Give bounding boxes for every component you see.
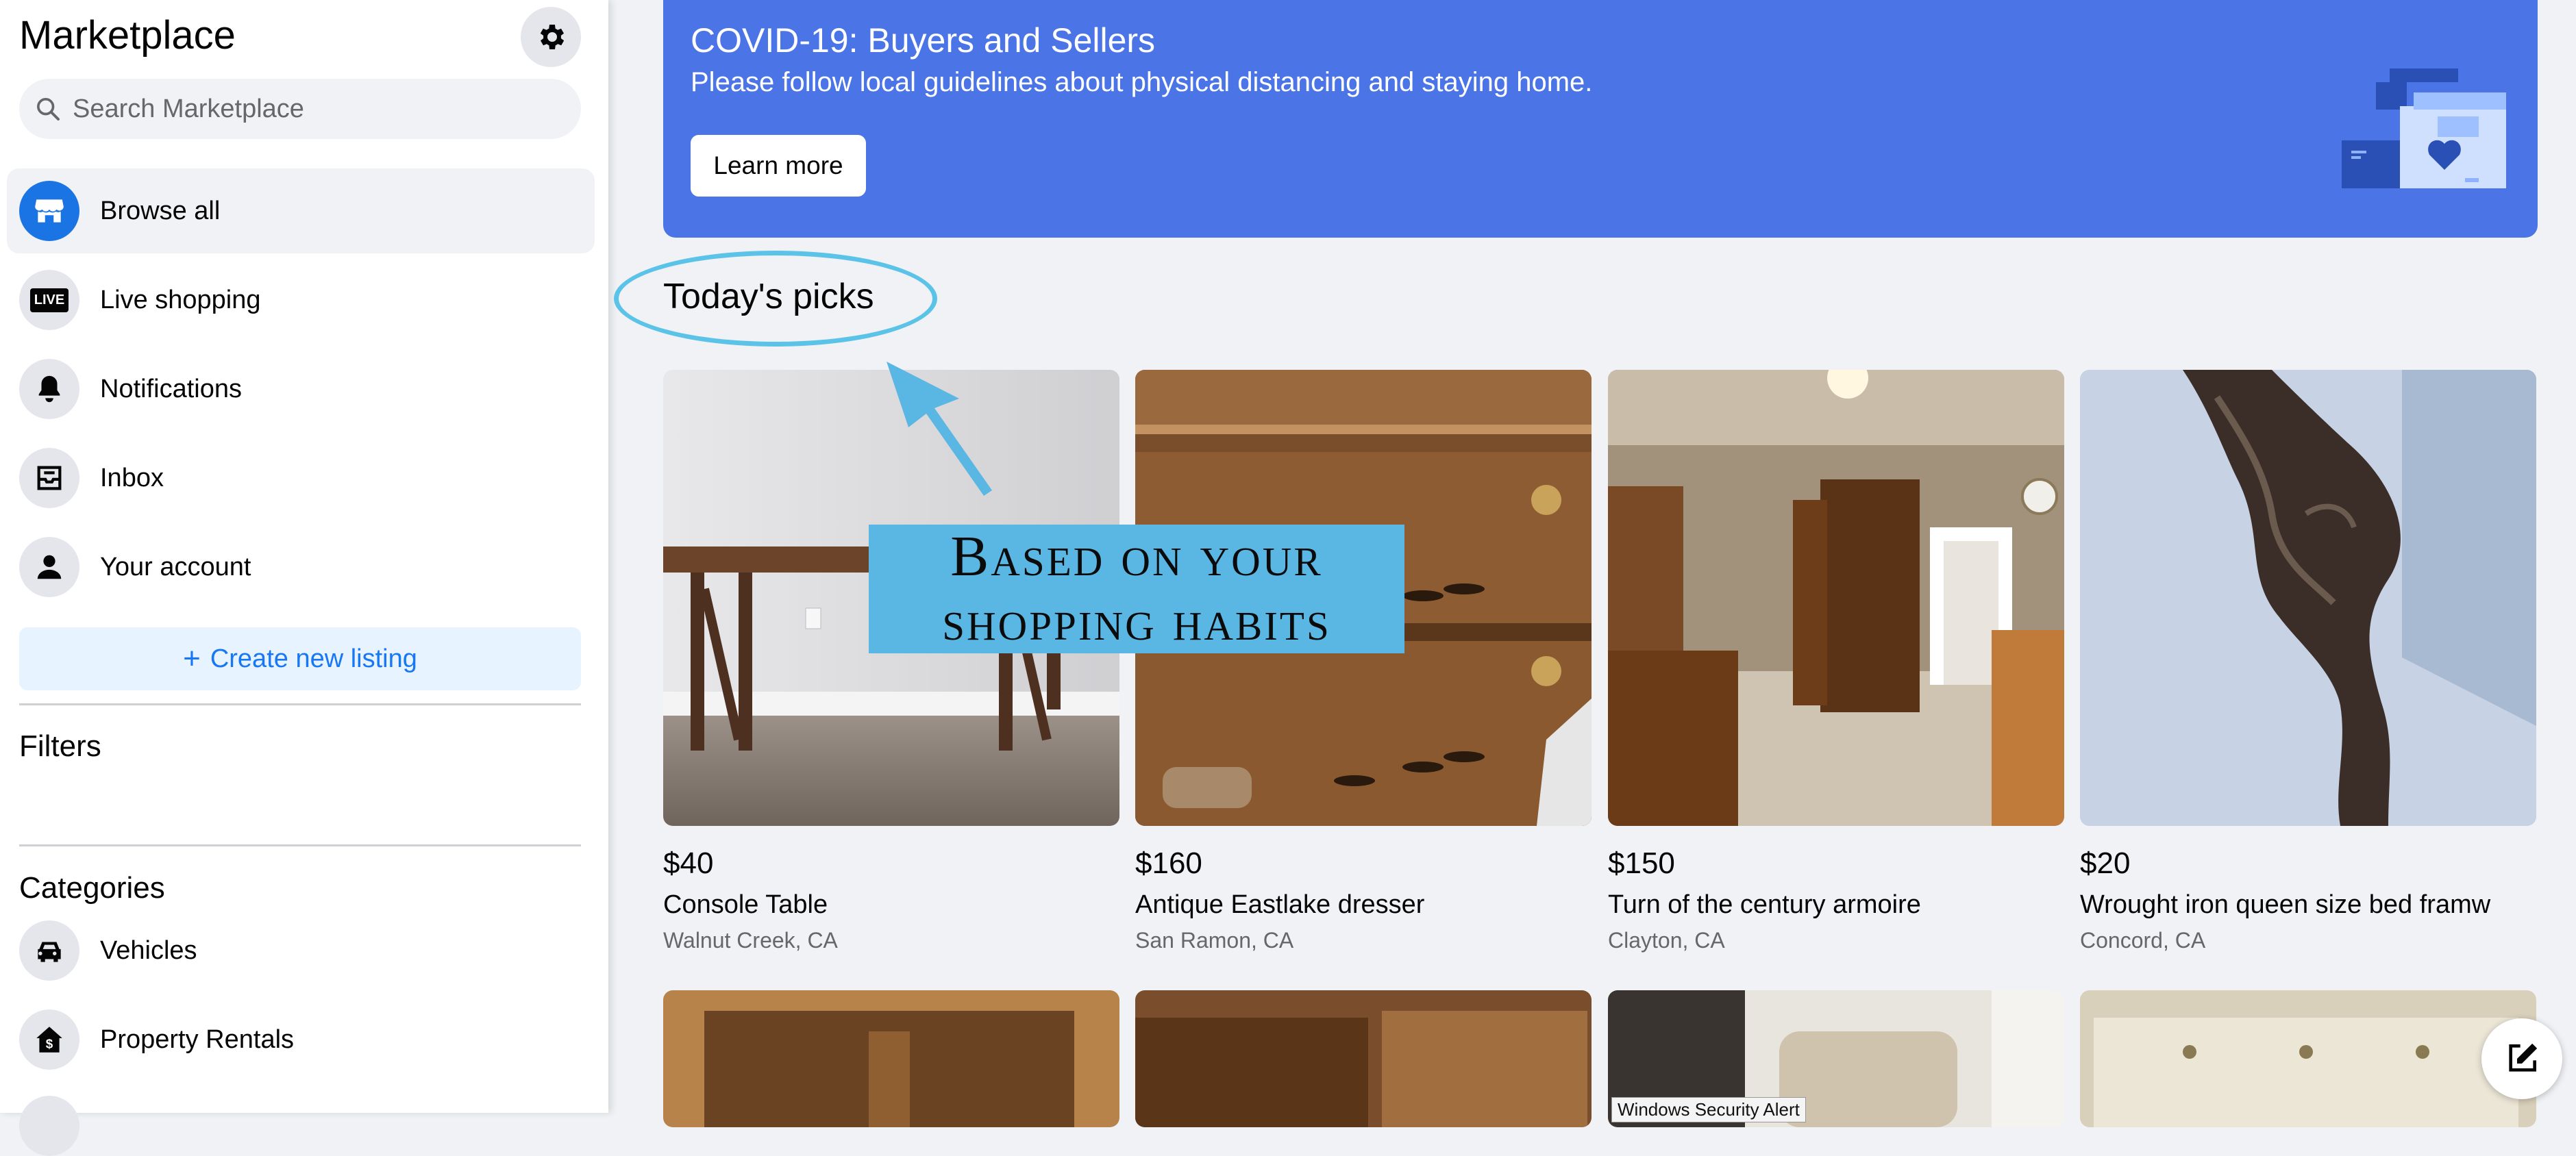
sidebar-item-notifications[interactable]: Notifications [7, 347, 595, 431]
listing-location: San Ramon, CA [1135, 928, 1294, 953]
listing-title: Antique Eastlake dresser [1135, 890, 1425, 919]
filters-heading: Filters [19, 729, 101, 763]
inbox-icon [37, 466, 62, 490]
compose-button[interactable] [2481, 1018, 2562, 1099]
divider [19, 703, 581, 705]
bell-icon [38, 375, 60, 403]
sidebar: Marketplace Browse all LIVE Live shoppin… [0, 0, 608, 1156]
learn-more-button[interactable]: Learn more [691, 135, 866, 197]
sidebar-item-label: Live shopping [100, 285, 261, 314]
live-icon: LIVE [29, 288, 69, 312]
callout-line-1: Based on your [950, 525, 1323, 588]
shopping-heart-icon [2342, 68, 2506, 188]
create-listing-button[interactable]: + Create new listing [19, 627, 581, 690]
listing-card[interactable]: $150 Turn of the century armoire Clayton… [1608, 370, 2064, 953]
category-item-property-rentals[interactable]: $ Property Rentals [7, 997, 595, 1082]
settings-button[interactable] [521, 7, 581, 67]
listing-card[interactable]: $20 Wrought iron queen size bed framw Co… [2080, 370, 2536, 953]
listing-price: $20 [2080, 846, 2131, 880]
category-label: Vehicles [100, 935, 197, 965]
storefront-icon [35, 199, 64, 223]
sidebar-item-label: Notifications [100, 374, 242, 403]
divider [19, 844, 581, 846]
sidebar-item-browse-all[interactable]: Browse all [7, 168, 595, 253]
sidebar-item-inbox[interactable]: Inbox [7, 436, 595, 520]
category-label: Property Rentals [100, 1025, 295, 1054]
annotation-circle [614, 251, 937, 347]
banner-text: Please follow local guidelines about phy… [691, 67, 1593, 97]
edit-icon [2509, 1043, 2538, 1072]
listing-price: $160 [1135, 846, 1202, 880]
windows-security-alert-window[interactable]: Windows Security Alert [1611, 1097, 1806, 1122]
sidebar-item-your-account[interactable]: Your account [7, 525, 595, 610]
banner-title: COVID-19: Buyers and Sellers [691, 21, 1156, 60]
listing-photo-partial[interactable] [663, 990, 1119, 1127]
live-badge-text: LIVE [34, 292, 65, 307]
categories-heading: Categories [19, 871, 165, 905]
callout-line-2: shopping habits [942, 589, 1331, 653]
listing-photo-bed-frame[interactable] [2080, 370, 2536, 826]
plus-icon: + [183, 642, 201, 675]
listing-title: Wrought iron queen size bed framw [2080, 890, 2491, 919]
car-icon [38, 942, 61, 962]
annotation-arrow [887, 362, 992, 496]
search-icon [37, 98, 60, 121]
category-item-vehicles[interactable]: Vehicles [7, 908, 595, 993]
person-icon [37, 555, 62, 579]
listing-location: Walnut Creek, CA [663, 928, 838, 953]
sidebar-item-label: Your account [100, 552, 251, 581]
search-input[interactable] [71, 93, 554, 125]
listing-location: Clayton, CA [1608, 928, 1725, 953]
covid-banner: COVID-19: Buyers and Sellers Please foll… [663, 0, 2538, 238]
listing-photo-partial[interactable] [2080, 990, 2536, 1127]
sidebar-item-label: Browse all [100, 196, 221, 225]
search-bar[interactable] [19, 79, 581, 139]
category-icon-partial [19, 1096, 79, 1156]
listing-photo-armoire[interactable] [1608, 370, 2064, 826]
page-title: Marketplace [19, 13, 236, 58]
listing-title: Turn of the century armoire [1608, 890, 1921, 919]
listing-title: Console Table [663, 890, 828, 919]
listing-photo-partial[interactable] [1135, 990, 1592, 1127]
listing-location: Concord, CA [2080, 928, 2206, 953]
listing-card[interactable]: $160 Antique Eastlake dresser San Ramon,… [1135, 370, 1592, 953]
svg-text:$: $ [46, 1037, 53, 1051]
listing-price: $40 [663, 846, 714, 880]
gear-icon [540, 25, 565, 49]
listing-price: $150 [1608, 846, 1675, 880]
create-listing-label: Create new listing [210, 644, 417, 673]
sidebar-item-label: Inbox [100, 463, 164, 492]
annotation-callout: Based on your shopping habits [869, 525, 1404, 653]
sidebar-item-live-shopping[interactable]: LIVE Live shopping [7, 257, 595, 342]
house-dollar-icon: $ [36, 1027, 62, 1053]
